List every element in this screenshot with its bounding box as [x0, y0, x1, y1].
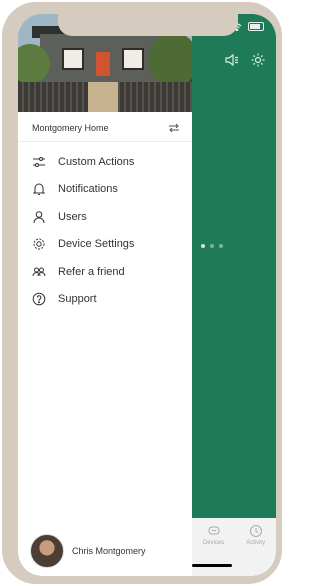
menu-item-label: Device Settings: [58, 238, 135, 251]
menu-item-device-settings[interactable]: Device Settings: [18, 231, 192, 259]
menu-item-support[interactable]: Support: [18, 286, 192, 314]
tab-activity-label: Activity: [246, 540, 266, 546]
menu-item-users[interactable]: Users: [18, 203, 192, 231]
menu-item-label: Support: [58, 293, 97, 306]
tab-devices-label: Devices: [202, 540, 225, 546]
home-indicator: [192, 564, 232, 567]
page-indicator: [201, 244, 223, 248]
speaker-icon[interactable]: [224, 52, 240, 68]
people-icon: [32, 267, 46, 276]
notch: [58, 14, 238, 36]
top-actions: [224, 52, 266, 68]
menu-item-label: Notifications: [58, 183, 118, 196]
gear-icon: [33, 238, 45, 250]
avatar: [30, 534, 64, 568]
user-icon: [33, 210, 45, 223]
page-dot-3[interactable]: [219, 244, 223, 248]
battery-icon: [248, 22, 264, 31]
menu-item-custom-actions[interactable]: Custom Actions: [18, 148, 192, 176]
menu-item-label: Users: [58, 210, 87, 223]
sliders-icon: [33, 156, 45, 167]
tab-activity[interactable]: Activity: [246, 524, 265, 546]
drawer-menu: Custom Actions Notifications Users Devic…: [18, 148, 192, 313]
page-dot-1[interactable]: [201, 244, 205, 248]
phone-screen: Devices Activity Montgomery Home Custom …: [18, 14, 276, 576]
tab-devices[interactable]: Devices: [203, 524, 224, 546]
profile-name: Chris Montgomery: [72, 546, 146, 556]
menu-item-label: Custom Actions: [58, 155, 135, 168]
bell-icon: [32, 183, 46, 196]
home-selector[interactable]: Montgomery Home: [18, 114, 192, 142]
menu-item-label: Refer a friend: [58, 265, 125, 278]
menu-item-notifications[interactable]: Notifications: [18, 176, 192, 204]
question-circle-icon: [32, 292, 46, 306]
gear-icon[interactable]: [250, 52, 266, 68]
page-dot-2[interactable]: [210, 244, 214, 248]
clock-icon: [249, 525, 262, 537]
profile-row[interactable]: Chris Montgomery: [18, 526, 192, 576]
menu-item-refer-a-friend[interactable]: Refer a friend: [18, 258, 192, 286]
home-name: Montgomery Home: [32, 122, 109, 133]
swap-icon[interactable]: [168, 123, 180, 133]
navigation-drawer: Montgomery Home Custom Actions Notificat…: [18, 14, 192, 576]
devices-icon: [208, 526, 220, 535]
tab-bar: Devices Activity: [192, 518, 276, 576]
